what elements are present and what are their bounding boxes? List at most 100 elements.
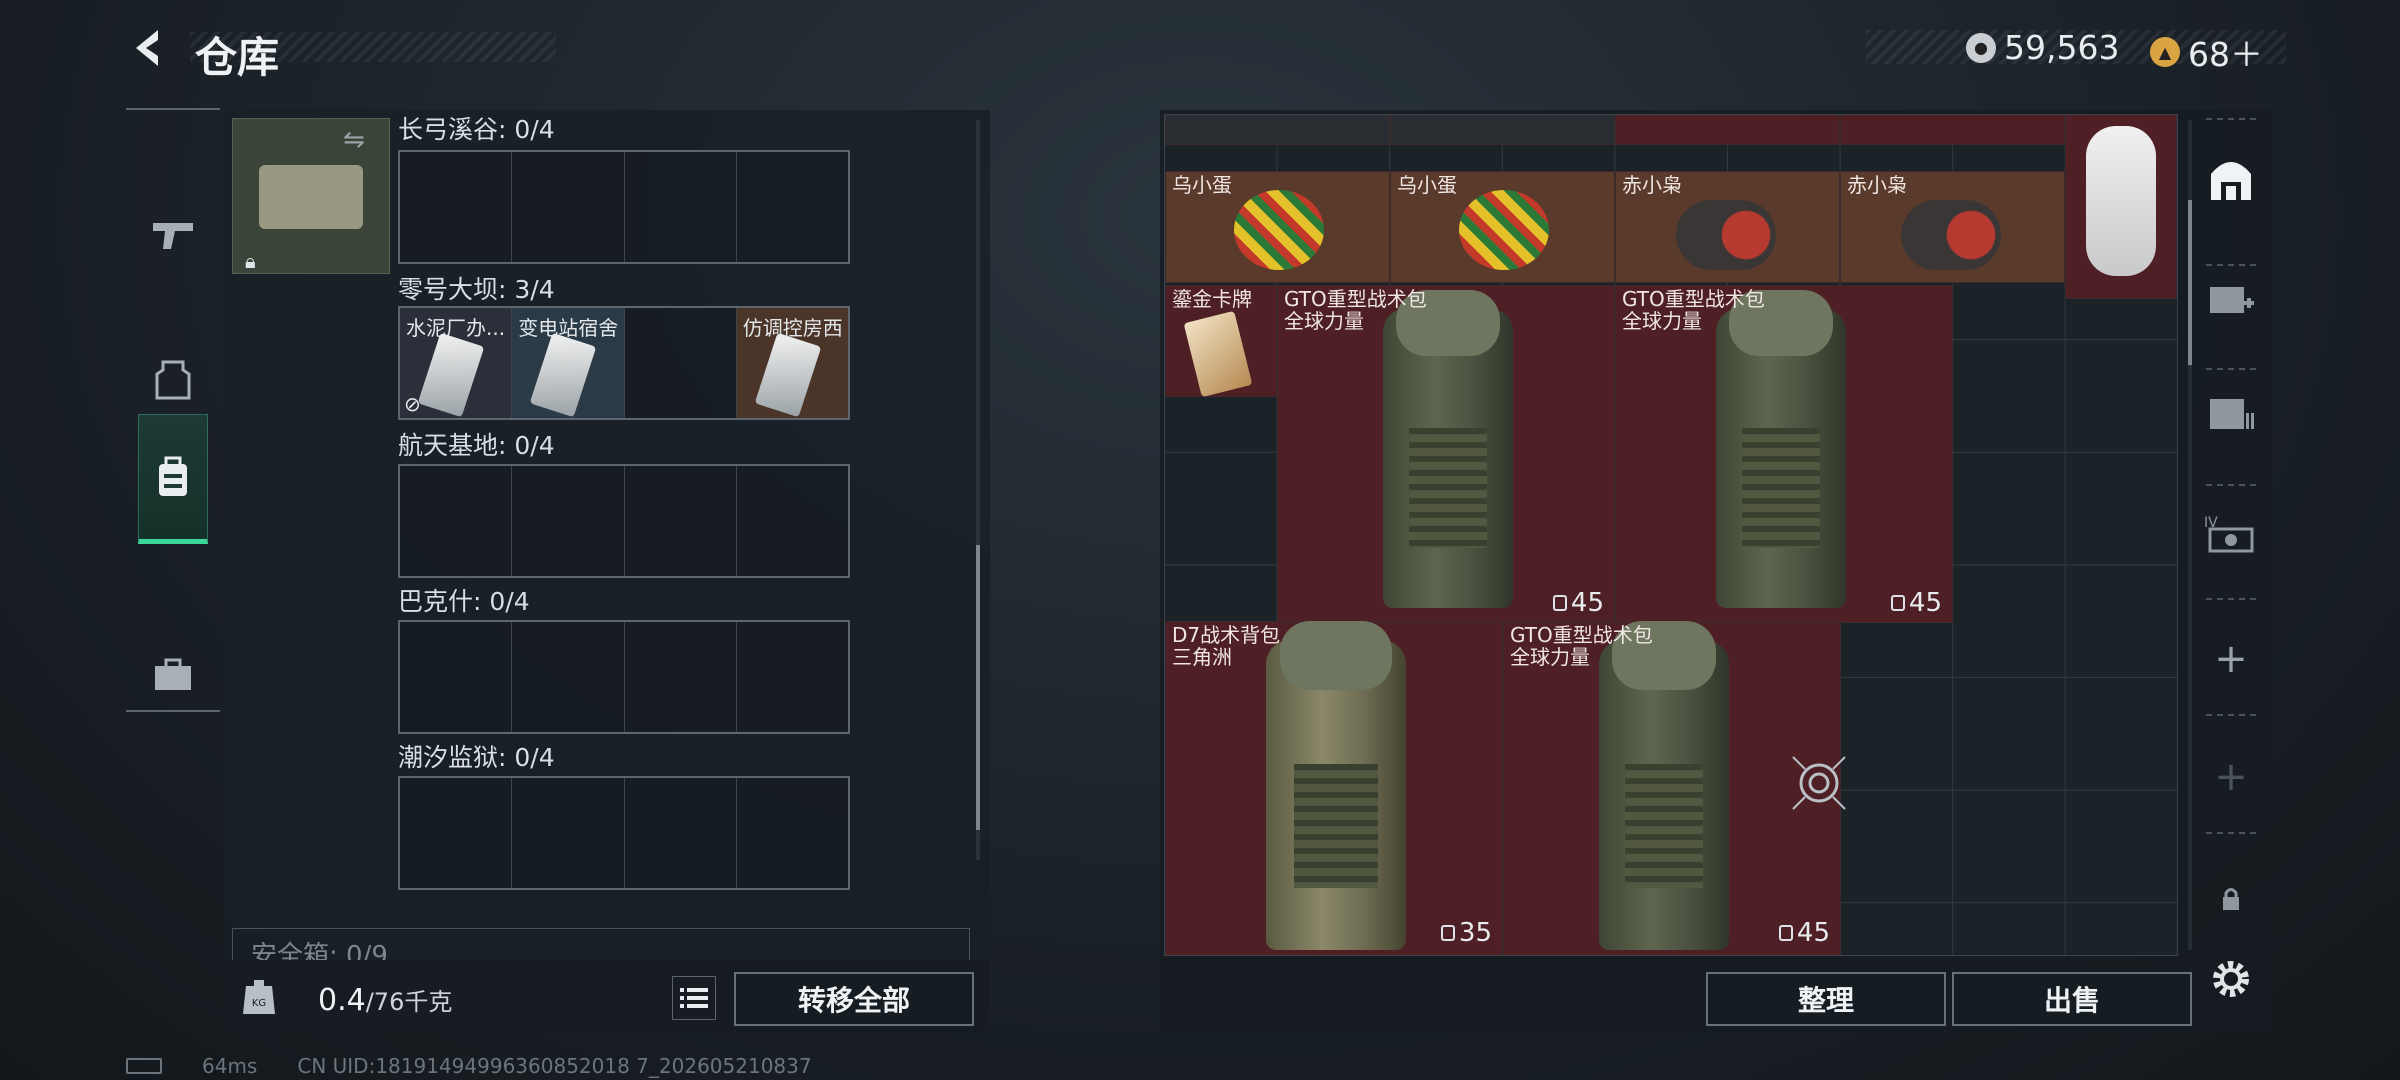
weight-small-icon bbox=[1778, 925, 1793, 941]
mascot-image bbox=[2086, 126, 2156, 276]
page-title: 仓库 bbox=[195, 33, 280, 82]
uid-readout: CN UID:18191494996360852018 7_2026052108… bbox=[297, 1054, 812, 1078]
list-view-button[interactable] bbox=[672, 976, 716, 1020]
durability-value: 45 bbox=[1908, 588, 1942, 618]
armor-icon bbox=[155, 360, 191, 400]
stash-item-egg[interactable]: 乌小蛋 bbox=[1390, 171, 1615, 283]
tier-icon: IV bbox=[2204, 515, 2254, 553]
egg-image bbox=[1459, 190, 1549, 270]
stash-tab-main[interactable] bbox=[2196, 134, 2266, 224]
nav-weapons[interactable] bbox=[138, 170, 208, 300]
key-card-slot[interactable]: 水泥厂办... ⊘ bbox=[400, 308, 513, 418]
grid-slot[interactable] bbox=[624, 308, 737, 418]
plus-icon[interactable]: + bbox=[2196, 614, 2266, 704]
grid-slot[interactable] bbox=[512, 152, 625, 262]
secure-case-item[interactable]: ⇋ 🔒︎ bbox=[232, 118, 390, 274]
lock-stash-button[interactable] bbox=[2196, 854, 2266, 944]
sell-button[interactable]: 出售 bbox=[1952, 972, 2192, 1026]
ping-readout: 64ms bbox=[202, 1054, 258, 1078]
settings-button[interactable] bbox=[2196, 934, 2266, 1024]
expand-stash-button[interactable] bbox=[2196, 370, 2266, 460]
stash-item-owl[interactable]: 赤小枭 bbox=[1840, 171, 2065, 283]
back-button[interactable] bbox=[124, 20, 172, 76]
stash-item-partial[interactable] bbox=[1165, 115, 1390, 145]
stash-item-egg[interactable]: 乌小蛋 bbox=[1165, 171, 1390, 283]
gold-currency[interactable]: ▲ 68＋ bbox=[2150, 28, 2263, 76]
silver-currency[interactable]: ● 59,563 bbox=[1966, 28, 2119, 67]
key-card-image bbox=[417, 332, 485, 418]
grid-slot[interactable] bbox=[736, 778, 848, 888]
stash-item-backpack[interactable]: GTO重型战术包 全球力量 45 bbox=[1277, 285, 1615, 623]
item-label: 赤小枭 bbox=[1622, 173, 1682, 197]
item-label: GTO重型战术包 全球力量 bbox=[1284, 287, 1427, 333]
stash-icon bbox=[2211, 162, 2251, 200]
stash-item-mascot[interactable] bbox=[2065, 115, 2177, 299]
stash-item-backpack[interactable]: GTO重型战术包 全球力量 45 bbox=[1615, 285, 1953, 623]
tier-stash-button[interactable]: IV bbox=[2196, 488, 2266, 578]
grid-slot[interactable] bbox=[512, 466, 625, 576]
grid-slot[interactable] bbox=[736, 466, 848, 576]
grid-slot[interactable] bbox=[624, 778, 737, 888]
add-stash-button[interactable] bbox=[2196, 254, 2266, 344]
grid-slot[interactable] bbox=[736, 152, 848, 262]
left-scrollbar-thumb[interactable] bbox=[976, 545, 980, 830]
stash-item-gold-card[interactable]: 鎏金卡牌 bbox=[1165, 285, 1277, 398]
grid-slot[interactable] bbox=[400, 152, 513, 262]
stash-item-partial[interactable] bbox=[1840, 115, 2065, 145]
item-label: 赤小枭 bbox=[1847, 173, 1907, 197]
plus-icon[interactable]: + bbox=[2196, 732, 2266, 822]
nav-containers[interactable] bbox=[138, 414, 208, 544]
durability: 35 bbox=[1440, 918, 1492, 948]
grid-slot[interactable] bbox=[512, 622, 625, 732]
no-use-icon: ⊘ bbox=[404, 392, 421, 416]
durability: 45 bbox=[1552, 588, 1604, 618]
stash-item-owl[interactable]: 赤小枭 bbox=[1615, 171, 1840, 283]
grid-slot[interactable] bbox=[400, 622, 513, 732]
svg-text:KG: KG bbox=[252, 998, 266, 1009]
backpack-image bbox=[1599, 621, 1729, 950]
grid-slot[interactable] bbox=[512, 778, 625, 888]
transfer-all-button[interactable]: 转移全部 bbox=[734, 972, 974, 1026]
stash-item-partial[interactable] bbox=[1615, 115, 1840, 145]
backpack-image bbox=[1383, 290, 1513, 608]
stash-grid: 乌小蛋 乌小蛋 赤小枭 赤小枭 鎏金卡牌 GTO重型战术包 全球力量 45 GT… bbox=[1164, 114, 2178, 956]
section-title-prison: 潮汐监狱: 0/4 bbox=[398, 743, 555, 772]
lock-icon bbox=[2223, 888, 2239, 910]
nav-items[interactable] bbox=[138, 610, 208, 740]
grid-slot[interactable] bbox=[624, 152, 737, 262]
grid-slot[interactable] bbox=[736, 622, 848, 732]
lock-icon: 🔒︎ bbox=[245, 249, 256, 273]
add-stash-icon bbox=[2210, 287, 2254, 313]
case-image bbox=[259, 165, 363, 229]
durability: 45 bbox=[1778, 918, 1830, 948]
grid-slot[interactable] bbox=[400, 778, 513, 888]
divider bbox=[2206, 484, 2256, 486]
item-label: GTO重型战术包 全球力量 bbox=[1510, 623, 1653, 669]
grid-slot[interactable] bbox=[624, 466, 737, 576]
weight-max: /76千克 bbox=[365, 988, 453, 1016]
key-card-label: 水泥厂办... bbox=[406, 316, 506, 340]
key-card-slot[interactable]: 仿调控房西 bbox=[736, 308, 848, 418]
section-title-bakesh: 巴克什: 0/4 bbox=[398, 587, 530, 616]
grid-slot[interactable] bbox=[400, 466, 513, 576]
key-card-slot[interactable]: 变电站宿舍 bbox=[512, 308, 625, 418]
weight-value: 0.4 bbox=[318, 983, 366, 1018]
stash-scrollbar-thumb[interactable] bbox=[2188, 200, 2192, 365]
gold-coin-icon: ▲ bbox=[2150, 37, 2180, 67]
item-label: 鎏金卡牌 bbox=[1172, 287, 1252, 311]
key-card-image bbox=[529, 332, 597, 418]
grid-slot[interactable] bbox=[624, 622, 737, 732]
section-title-space: 航天基地: 0/4 bbox=[398, 431, 555, 460]
stash-item-partial[interactable] bbox=[1390, 115, 1615, 145]
section-grid-space bbox=[398, 464, 850, 578]
sort-button[interactable]: 整理 bbox=[1706, 972, 1946, 1026]
key-card-image bbox=[754, 332, 822, 418]
settings-icon bbox=[2213, 961, 2249, 997]
stash-item-backpack[interactable]: D7战术背包 三角洲 35 bbox=[1165, 621, 1503, 955]
owl-image bbox=[1676, 200, 1776, 270]
divider bbox=[2206, 118, 2256, 120]
gold-currency-value: 68＋ bbox=[2188, 35, 2263, 74]
swap-icon[interactable]: ⇋ bbox=[343, 125, 365, 155]
backpack-image bbox=[1716, 290, 1846, 608]
backpack-icon bbox=[159, 456, 187, 496]
